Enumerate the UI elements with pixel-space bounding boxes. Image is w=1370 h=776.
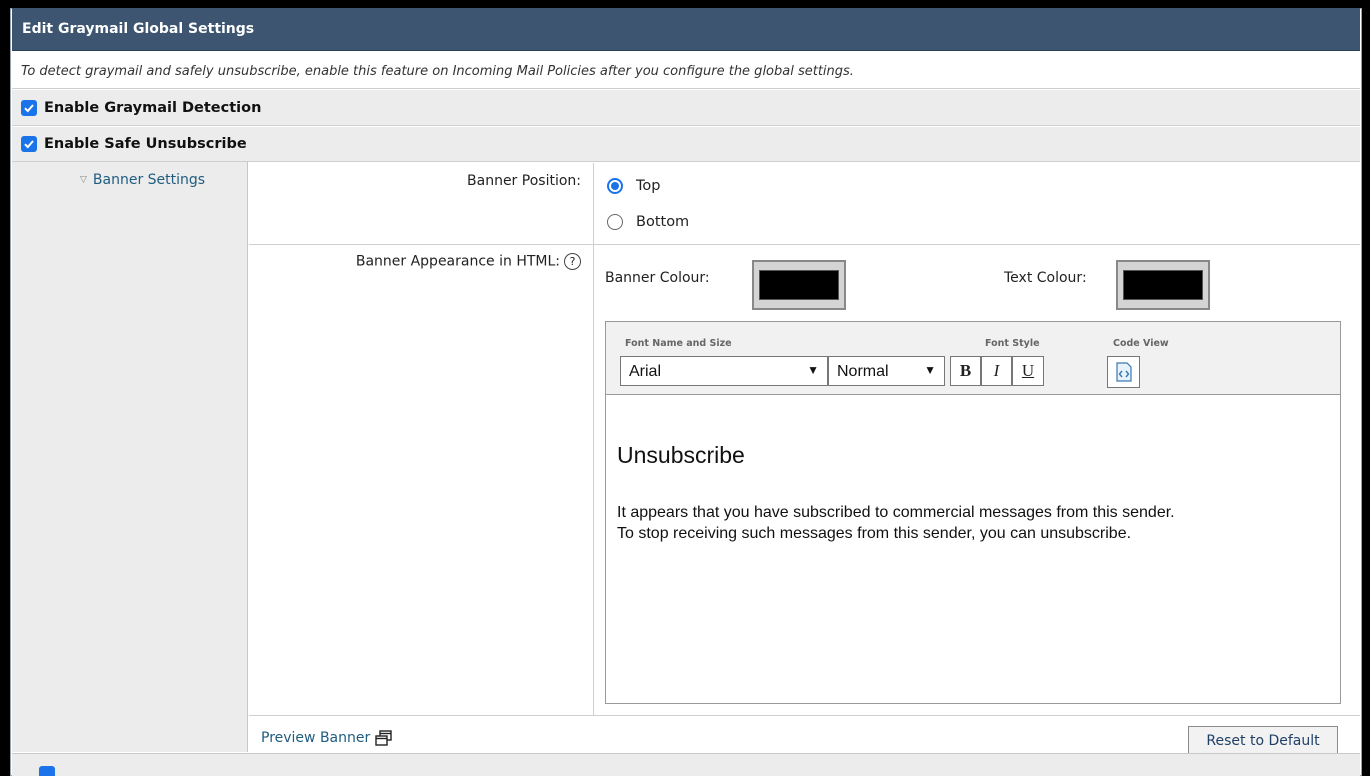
font-name-size-label: Font Name and Size [625,338,732,349]
safe-unsubscribe-checkbox[interactable] [21,136,37,152]
banner-body-line-2: To stop receiving such messages from thi… [617,525,1132,542]
code-view-label: Code View [1113,338,1169,349]
checkmark-icon [24,140,34,149]
banner-colour-label: Banner Colour: [605,270,710,286]
banner-colour-picker[interactable] [752,260,846,310]
banner-settings-toggle[interactable]: ▽ Banner Settings [80,172,205,188]
banner-position-label: Banner Position: [467,173,581,189]
help-icon[interactable]: ? [564,253,581,270]
next-option-row [12,753,1360,776]
reset-to-default-button[interactable]: Reset to Default [1188,726,1338,755]
banner-body-line-1: It appears that you have subscribed to c… [617,504,1175,521]
banner-position-bottom-radio[interactable]: Bottom [607,214,689,230]
dropdown-arrow-icon: ▼ [924,363,936,377]
radio-selected-icon [607,178,623,194]
font-style-label: Font Style [985,338,1040,349]
editor-toolbar: Font Name and Size Font Style Code View … [606,322,1340,395]
code-view-icon [1115,362,1132,382]
text-colour-label: Text Colour: [1004,270,1087,286]
text-colour-swatch [1123,270,1203,300]
preview-banner-label: Preview Banner [261,730,371,746]
radio-unselected-icon [607,214,623,230]
editor-content[interactable]: Unsubscribe It appears that you have sub… [606,396,1340,703]
safe-unsubscribe-row: Enable Safe Unsubscribe [12,127,1360,162]
italic-button[interactable]: I [981,356,1012,386]
banner-position-top-radio[interactable]: Top [607,178,660,194]
banner-appearance-label-cell: Banner Appearance in HTML:? [249,245,594,715]
banner-colour-swatch [759,270,839,300]
banner-body: It appears that you have subscribed to c… [617,502,1175,544]
banner-position-value-cell [595,163,1360,244]
font-size-select[interactable]: Normal ▼ [828,356,945,386]
bold-button[interactable]: B [950,356,981,386]
banner-settings-label: Banner Settings [92,172,206,188]
banner-appearance-label: Banner Appearance in HTML: [355,253,560,270]
left-sidebar [12,162,248,752]
checkbox-partial-icon [39,766,55,776]
graymail-detection-label: Enable Graymail Detection [44,99,262,116]
panel-description: To detect graymail and safely unsubscrib… [12,52,1360,89]
row-divider [249,715,1360,716]
text-colour-picker[interactable] [1116,260,1210,310]
dropdown-arrow-icon: ▼ [807,363,819,377]
font-name-value: Arial [629,363,662,380]
font-size-value: Normal [837,363,889,380]
banner-html-editor: Font Name and Size Font Style Code View … [605,321,1341,704]
checkmark-icon [24,103,34,112]
safe-unsubscribe-label: Enable Safe Unsubscribe [44,136,247,152]
font-name-select[interactable]: Arial ▼ [620,356,828,386]
banner-position-label-cell: Banner Position: [249,163,594,244]
radio-bottom-label: Bottom [636,214,690,230]
underline-button[interactable]: U [1012,356,1044,386]
code-view-button[interactable] [1107,356,1140,388]
graymail-detection-row: Enable Graymail Detection [12,90,1360,126]
radio-top-label: Top [636,178,661,194]
graymail-detection-checkbox[interactable] [21,99,37,116]
banner-heading: Unsubscribe [617,442,745,468]
new-window-icon [375,730,392,746]
collapse-triangle-icon: ▽ [80,175,87,185]
preview-banner-link[interactable]: Preview Banner [261,730,393,746]
panel-title: Edit Graymail Global Settings [12,8,1360,51]
